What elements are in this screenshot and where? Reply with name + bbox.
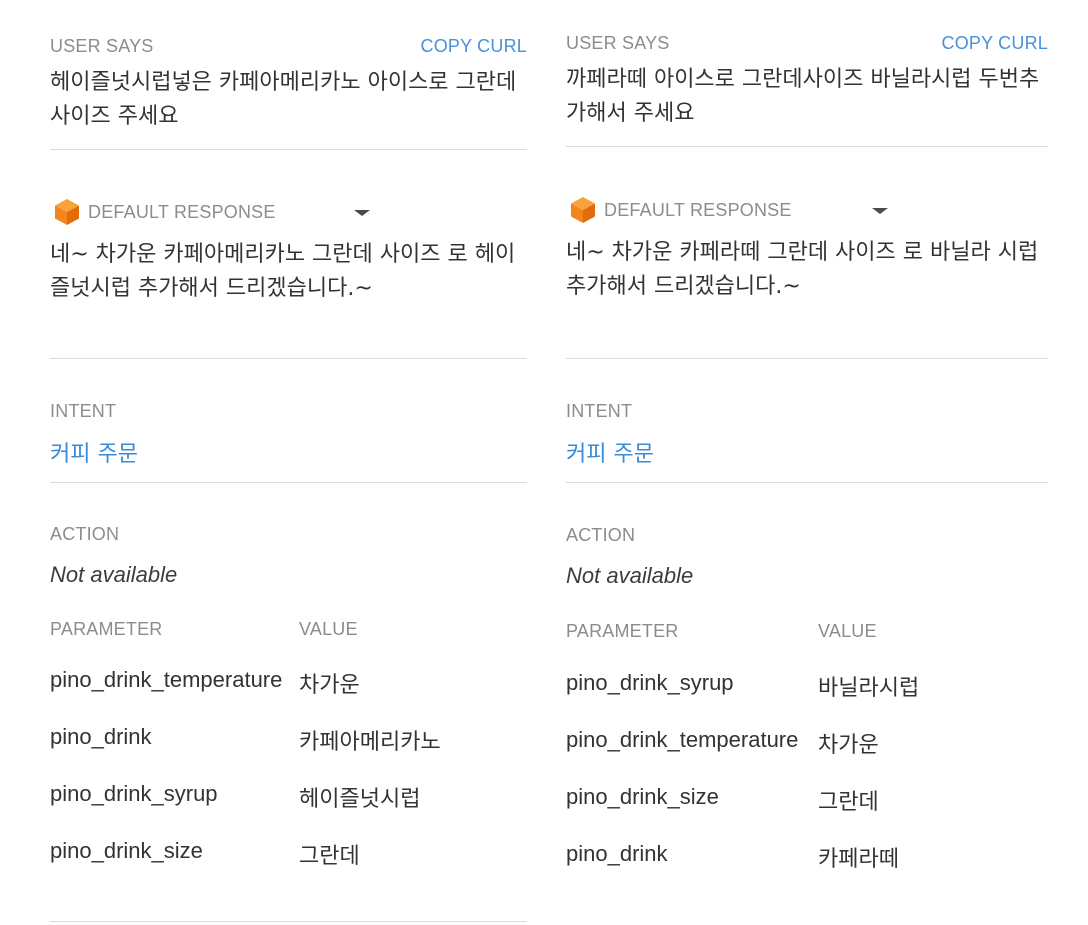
parameter-column-header: PARAMETER — [50, 619, 163, 639]
parameter-name: pino_drink_syrup — [50, 781, 218, 806]
action-value: Not available — [566, 563, 694, 588]
copy-curl-button[interactable]: COPY CURL — [942, 33, 1049, 54]
parameter-value: 그란데 — [818, 790, 879, 815]
dialogflow-cube-icon — [55, 199, 79, 225]
intent-label: INTENT — [566, 401, 633, 421]
default-response-label: DEFAULT RESPONSE — [88, 201, 276, 222]
parameter-name: pino_drink_temperature — [50, 667, 283, 692]
default-response-header: DEFAULT RESPONSE — [570, 196, 792, 224]
dialogflow-cube-icon — [571, 197, 595, 223]
parameter-value: 헤이즐넛시럽 — [299, 787, 421, 812]
action-label: ACTION — [50, 524, 120, 544]
value-column-header: VALUE — [818, 621, 877, 641]
user-says-label: USER SAYS — [50, 36, 154, 56]
divider — [566, 146, 1048, 147]
divider — [566, 358, 1048, 359]
parameter-value: 카페아메리카노 — [299, 730, 441, 755]
intent-link[interactable]: 커피 주문 — [50, 436, 138, 468]
divider — [566, 482, 1048, 483]
right-test-panel: USER SAYS COPY CURL 까페라떼 아이스로 그란데사이즈 바닐라… — [566, 0, 1048, 925]
divider — [50, 358, 527, 359]
user-says-label: USER SAYS — [566, 33, 670, 53]
parameter-name: pino_drink — [50, 724, 152, 749]
parameter-value: 차가운 — [299, 673, 360, 698]
value-column-header: VALUE — [299, 619, 358, 639]
intent-label: INTENT — [50, 401, 117, 421]
divider — [50, 921, 527, 922]
intent-link[interactable]: 커피 주문 — [566, 436, 654, 468]
parameter-value: 카페라떼 — [818, 847, 899, 872]
parameter-value: 차가운 — [818, 733, 879, 758]
caret-down-icon[interactable] — [872, 208, 888, 214]
divider — [50, 149, 527, 150]
divider — [50, 482, 527, 483]
action-value: Not available — [50, 562, 178, 587]
parameter-name: pino_drink_temperature — [566, 727, 799, 752]
user-says-text: 까페라떼 아이스로 그란데사이즈 바닐라시럽 두번추가해서 주세요 — [566, 67, 1040, 126]
parameter-value: 바닐라시럽 — [818, 676, 920, 701]
caret-down-icon[interactable] — [354, 210, 370, 216]
default-response-header: DEFAULT RESPONSE — [54, 198, 276, 226]
parameter-value: 그란데 — [299, 844, 360, 869]
parameter-name: pino_drink_size — [50, 838, 203, 863]
parameter-name: pino_drink_syrup — [566, 670, 734, 695]
left-test-panel: USER SAYS COPY CURL 헤이즐넛시럽넣은 카페아메리카노 아이스… — [50, 0, 527, 925]
default-response-text: 네~ 차가운 카페아메리카노 그란데 사이즈 로 헤이즐넛시럽 추가해서 드리겠… — [50, 242, 516, 301]
default-response-text: 네~ 차가운 카페라떼 그란데 사이즈 로 바닐라 시럽 추가해서 드리겠습니다… — [566, 240, 1039, 299]
default-response-label: DEFAULT RESPONSE — [604, 199, 792, 220]
user-says-text: 헤이즐넛시럽넣은 카페아메리카노 아이스로 그란데사이즈 주세요 — [50, 70, 517, 129]
parameter-name: pino_drink — [566, 841, 668, 866]
parameter-name: pino_drink_size — [566, 784, 719, 809]
parameter-column-header: PARAMETER — [566, 621, 679, 641]
action-label: ACTION — [566, 525, 636, 545]
copy-curl-button[interactable]: COPY CURL — [421, 36, 528, 57]
